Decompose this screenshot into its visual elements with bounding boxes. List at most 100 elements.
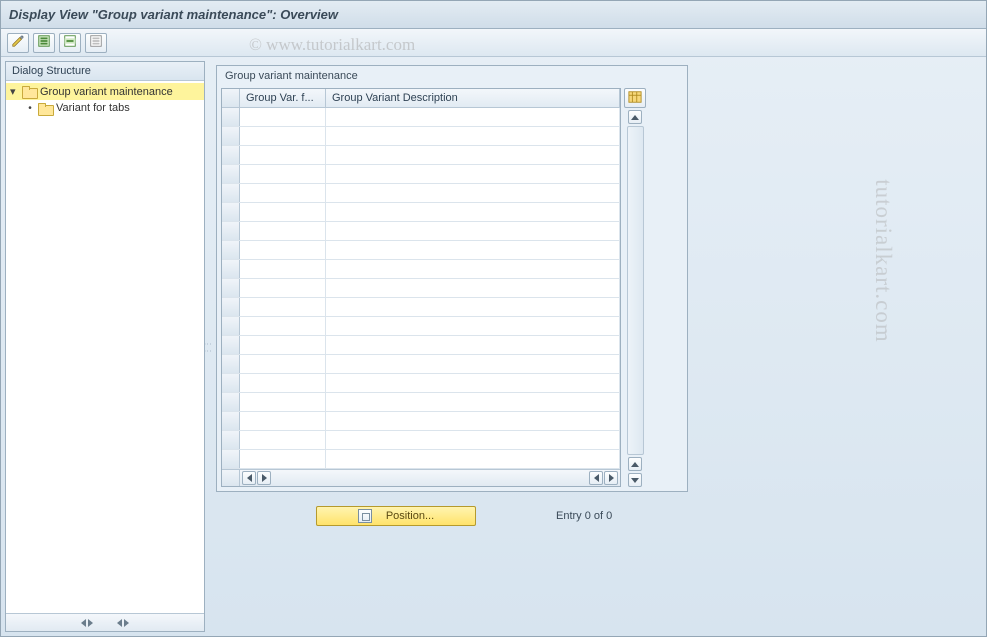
grid-scroll-down-dbl-top[interactable]	[628, 457, 642, 471]
grid-scroll-right-button[interactable]	[257, 471, 271, 485]
cell-group-var[interactable]	[240, 336, 326, 354]
table-row[interactable]	[222, 184, 620, 203]
cell-group-var[interactable]	[240, 317, 326, 335]
table-row[interactable]	[222, 127, 620, 146]
table-row[interactable]	[222, 222, 620, 241]
row-header[interactable]	[222, 260, 240, 278]
cell-description[interactable]	[326, 355, 620, 373]
position-button[interactable]: Position...	[316, 506, 476, 526]
tree-hscroll[interactable]	[6, 613, 204, 631]
table-row[interactable]	[222, 431, 620, 450]
cell-description[interactable]	[326, 450, 620, 468]
cell-group-var[interactable]	[240, 298, 326, 316]
cell-group-var[interactable]	[240, 431, 326, 449]
variant-grid[interactable]: Group Var. f... Group Variant Descriptio…	[221, 88, 621, 487]
row-header[interactable]	[222, 127, 240, 145]
cell-description[interactable]	[326, 336, 620, 354]
cell-description[interactable]	[326, 393, 620, 411]
tree-scroll-right-end-icon[interactable]	[124, 619, 129, 627]
table-row[interactable]	[222, 317, 620, 336]
select-block-button[interactable]	[59, 33, 81, 53]
row-header[interactable]	[222, 279, 240, 297]
row-header[interactable]	[222, 336, 240, 354]
cell-group-var[interactable]	[240, 260, 326, 278]
grid-scroll-right-end-button[interactable]	[604, 471, 618, 485]
cell-group-var[interactable]	[240, 222, 326, 240]
cell-group-var[interactable]	[240, 108, 326, 126]
column-header-description[interactable]: Group Variant Description	[326, 89, 620, 107]
cell-description[interactable]	[326, 203, 620, 221]
cell-description[interactable]	[326, 184, 620, 202]
table-row[interactable]	[222, 374, 620, 393]
row-header[interactable]	[222, 355, 240, 373]
cell-description[interactable]	[326, 241, 620, 259]
tree-scroll-left-end-icon[interactable]	[117, 619, 122, 627]
table-row[interactable]	[222, 279, 620, 298]
cell-group-var[interactable]	[240, 450, 326, 468]
grid-hscroll[interactable]	[222, 469, 620, 486]
expand-arrow-icon[interactable]: ▾	[10, 85, 18, 98]
cell-group-var[interactable]	[240, 279, 326, 297]
cell-description[interactable]	[326, 374, 620, 392]
select-all-button[interactable]	[33, 33, 55, 53]
cell-description[interactable]	[326, 431, 620, 449]
tree-scroll-right-icon[interactable]	[88, 619, 93, 627]
table-row[interactable]	[222, 203, 620, 222]
cell-group-var[interactable]	[240, 393, 326, 411]
row-header[interactable]	[222, 108, 240, 126]
cell-group-var[interactable]	[240, 127, 326, 145]
grid-body[interactable]	[222, 108, 620, 469]
grid-scroll-left-button[interactable]	[242, 471, 256, 485]
row-header[interactable]	[222, 146, 240, 164]
grid-scroll-left-end-button[interactable]	[589, 471, 603, 485]
table-row[interactable]	[222, 165, 620, 184]
cell-description[interactable]	[326, 165, 620, 183]
tree-scroll-left-icon[interactable]	[81, 619, 86, 627]
table-row[interactable]	[222, 146, 620, 165]
grid-scroll-down-button[interactable]	[628, 473, 642, 487]
cell-group-var[interactable]	[240, 184, 326, 202]
table-row[interactable]	[222, 450, 620, 469]
row-header[interactable]	[222, 165, 240, 183]
table-row[interactable]	[222, 393, 620, 412]
cell-description[interactable]	[326, 222, 620, 240]
toggle-display-change-button[interactable]	[7, 33, 29, 53]
row-header[interactable]	[222, 298, 240, 316]
row-header[interactable]	[222, 393, 240, 411]
row-header[interactable]	[222, 222, 240, 240]
table-row[interactable]	[222, 298, 620, 317]
table-row[interactable]	[222, 355, 620, 374]
column-header-group-var[interactable]: Group Var. f...	[240, 89, 326, 107]
cell-description[interactable]	[326, 298, 620, 316]
row-header[interactable]	[222, 431, 240, 449]
table-row[interactable]	[222, 260, 620, 279]
row-header[interactable]	[222, 241, 240, 259]
cell-description[interactable]	[326, 108, 620, 126]
cell-group-var[interactable]	[240, 241, 326, 259]
tree-node-group-variant-maintenance[interactable]: ▾ Group variant maintenance	[6, 83, 204, 100]
cell-group-var[interactable]	[240, 203, 326, 221]
row-header[interactable]	[222, 412, 240, 430]
cell-group-var[interactable]	[240, 165, 326, 183]
table-row[interactable]	[222, 241, 620, 260]
tree-node-variant-for-tabs[interactable]: • Variant for tabs	[6, 100, 204, 116]
deselect-all-button[interactable]	[85, 33, 107, 53]
cell-description[interactable]	[326, 260, 620, 278]
cell-description[interactable]	[326, 146, 620, 164]
row-header[interactable]	[222, 317, 240, 335]
grid-corner[interactable]	[222, 89, 240, 107]
row-header[interactable]	[222, 450, 240, 468]
table-row[interactable]	[222, 412, 620, 431]
cell-description[interactable]	[326, 317, 620, 335]
table-row[interactable]	[222, 108, 620, 127]
cell-description[interactable]	[326, 127, 620, 145]
configure-columns-button[interactable]	[624, 88, 646, 108]
cell-description[interactable]	[326, 279, 620, 297]
grid-vscroll-track[interactable]	[627, 126, 644, 455]
row-header[interactable]	[222, 203, 240, 221]
cell-group-var[interactable]	[240, 374, 326, 392]
grid-scroll-up-button[interactable]	[628, 110, 642, 124]
row-header[interactable]	[222, 184, 240, 202]
table-row[interactable]	[222, 336, 620, 355]
cell-group-var[interactable]	[240, 412, 326, 430]
